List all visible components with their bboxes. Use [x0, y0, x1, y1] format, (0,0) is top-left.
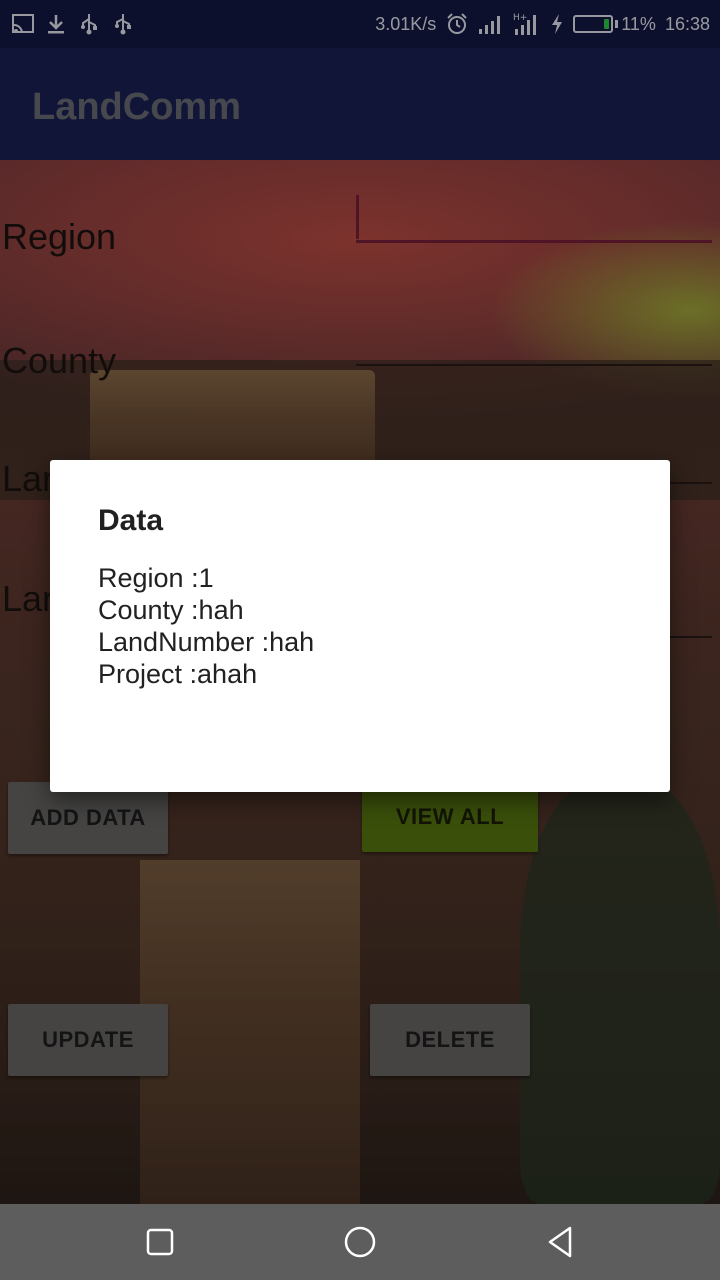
dialog-line-project: Project :ahah [98, 659, 258, 689]
dialog-line-region: Region :1 [98, 563, 214, 593]
dialog-line-land-number: LandNumber :hah [98, 627, 315, 657]
dialog-line-county: County :hah [98, 595, 244, 625]
navigation-bar [0, 1204, 720, 1280]
home-circle-icon[interactable] [340, 1222, 380, 1262]
back-triangle-icon[interactable] [540, 1222, 580, 1262]
data-dialog: Data Region :1 County :hah LandNumber :h… [50, 460, 670, 792]
dialog-message: Region :1 County :hah LandNumber :hah Pr… [98, 562, 314, 690]
dialog-title: Data [98, 504, 164, 537]
recents-square-icon[interactable] [140, 1222, 180, 1262]
